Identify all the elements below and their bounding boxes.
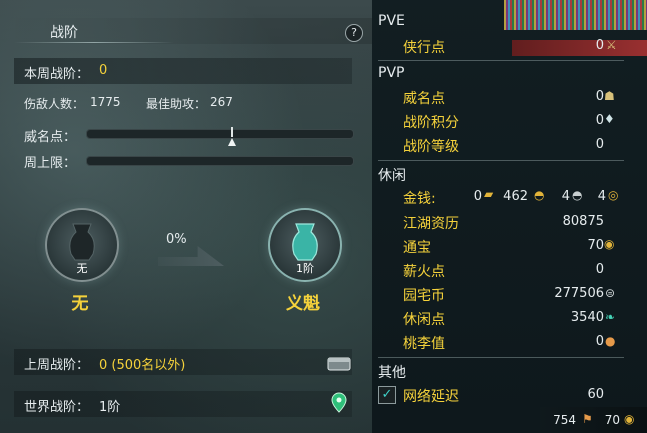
pve-item-label: 侠行点 [403,40,445,56]
mask-icon: ☗ [604,89,615,103]
sword-icon: ⚔ [606,38,617,52]
coin-icon: ◉ [624,412,635,426]
money-gold-value: 0 [473,189,482,204]
leisure-item-label: 江湖资历 [403,216,459,232]
last-week-value: 0 (500名以外) [99,358,186,373]
leisure-item-label: 休闲点 [403,312,445,328]
latency-label: 网络延迟 [403,389,459,405]
world-rank-value: 1阶 [99,400,121,415]
prestige-marker [228,138,237,146]
money-silver-value: 462 [503,189,528,204]
flag-icon: ⚑ [582,412,593,426]
current-rank-name: 无 [71,294,89,314]
current-rank-level: 无 [76,262,88,275]
next-rank-name: 义魁 [286,294,320,314]
other-section-title: 其他 [378,365,406,381]
leisure-item-value: 3540 [570,310,604,325]
pve-item-value: 0 [595,38,604,53]
pvp-item-label: 威名点 [403,91,445,107]
leisure-item-label: 薪火点 [403,264,445,280]
world-rank-label: 世界战阶： [24,400,90,415]
title-divider [14,42,174,43]
kills-label: 伤敌人数： [24,97,85,111]
pvp-item-value: 0 [595,137,604,152]
leisure-section-title: 休闲 [378,168,406,184]
pve-section-title: PVE [378,13,405,29]
leisure-item-value: 277506 [554,286,604,301]
pvp-section-title: PVP [378,65,405,81]
latency-checkbox[interactable]: ✓ [378,386,396,404]
leisure-item-label: 桃李值 [403,336,445,352]
money-label: 金钱: [403,191,436,207]
section-divider [378,60,624,61]
leisure-item-value: 0 [595,262,604,277]
help-icon[interactable]: ? [345,24,363,42]
assists-value: 267 [210,95,233,109]
weekly-rank-value: 0 [99,63,108,78]
location-pin-icon[interactable] [331,392,347,414]
pvp-item-value: 0 [595,113,604,128]
peach-icon: ● [605,334,616,348]
progress-percent: 0% [166,232,187,247]
coin-icon: ◉ [604,237,615,251]
last-week-label: 上周战阶： [24,358,90,373]
bottom-value-a: 754 [553,413,576,427]
money-coin-value: 4 [597,189,606,204]
leisure-item-label: 通宝 [403,240,431,256]
pvp-item-label: 战阶积分 [403,115,459,131]
current-rank-medal[interactable]: 无 [45,208,119,282]
weekly-cap-track [86,156,354,166]
next-rank-medal[interactable]: 1阶 [268,208,342,282]
section-divider [378,160,624,161]
silver-ingot-icon: ◓ [534,188,545,202]
chest-icon[interactable] [327,355,351,371]
weekly-cap-label: 周上限： [24,156,77,171]
next-rank-level: 1阶 [296,262,314,275]
pvp-item-label: 战阶等级 [403,139,459,155]
weekly-rank-label: 本周战阶： [24,67,90,82]
panel-title: 战阶 [50,25,78,41]
prestige-progress-track [86,129,354,139]
leisure-item-value: 0 [595,334,604,349]
section-divider [378,357,624,358]
coin-icon: ◎ [608,188,619,202]
latency-value: 60 [587,387,604,402]
leisure-item-value: 80875 [562,214,604,229]
pvp-item-value: 0 [595,89,604,104]
leisure-item-value: 70 [587,238,604,253]
crystal-icon: ♦ [604,112,615,126]
leaf-icon: ❧ [605,310,616,324]
prestige-label: 威名点： [24,130,77,145]
background-scene [504,0,647,30]
copper-ingot-icon: ◓ [572,188,583,202]
house-coin-icon: ⊜ [605,286,616,300]
kills-value: 1775 [90,95,121,109]
bottom-value-b: 70 [604,413,620,427]
leisure-item-label: 园宅币 [403,288,445,304]
money-copper-value: 4 [561,189,570,204]
gold-ingot-icon: ▰ [484,187,494,201]
prestige-marker-line [231,127,234,137]
assists-label: 最佳助攻： [146,97,207,111]
